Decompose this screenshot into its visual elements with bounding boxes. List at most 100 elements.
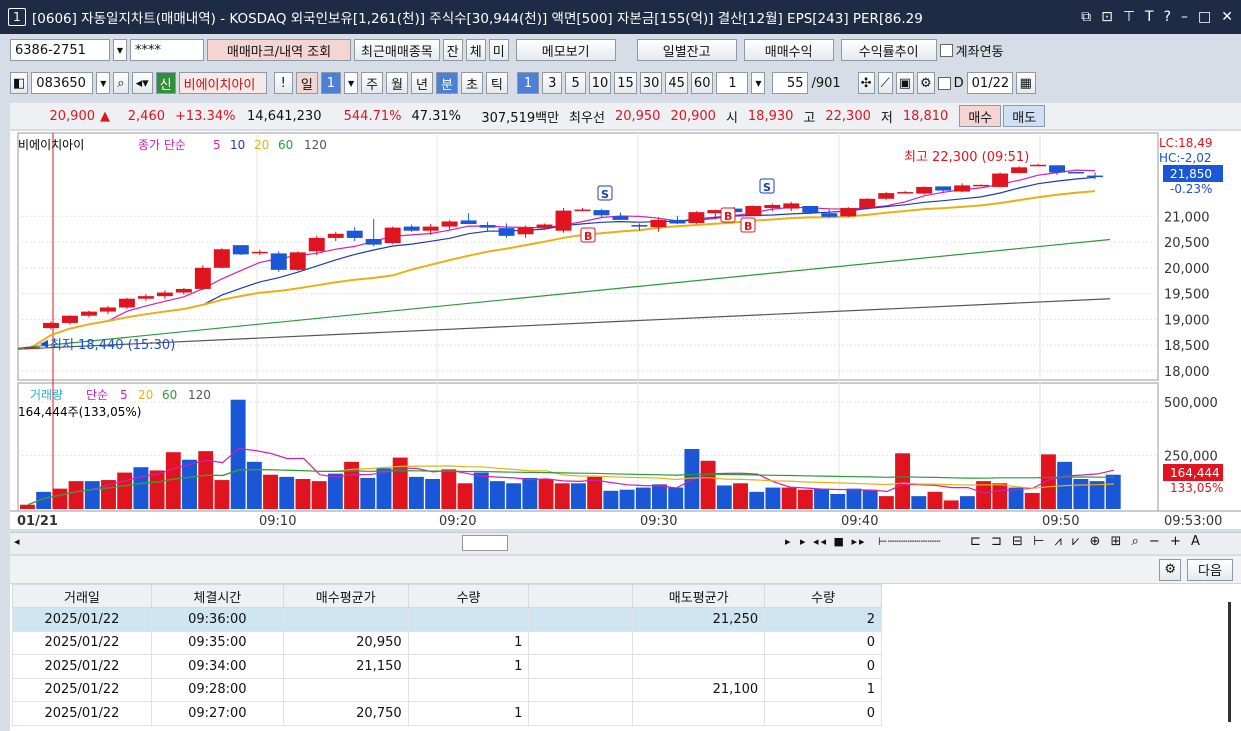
zoom-slider-icon[interactable]: ⊢┄┄┄┄┄┄┄┄: [878, 535, 941, 548]
maximize-icon[interactable]: □: [1198, 9, 1211, 25]
period-day-button[interactable]: 일: [295, 72, 318, 94]
drawing-tool-icons[interactable]: ⊏ ⊐ ⊟ ⊢ ⩘ ⩗ ⊕ ⊞ ⌕ − + A: [970, 534, 1203, 549]
trade-mark-query-button[interactable]: 매매마크/내역 조회: [207, 39, 351, 61]
volume-bar: [457, 483, 473, 509]
buy-button[interactable]: 매수: [959, 105, 1002, 127]
volume-bar: [68, 481, 84, 509]
date-checkbox[interactable]: [937, 76, 951, 90]
next-button[interactable]: 다음: [1187, 558, 1233, 581]
restore-icon[interactable]: ⧉: [1081, 9, 1091, 25]
candle-body: [289, 252, 306, 270]
minute-5-button[interactable]: 5: [565, 72, 586, 94]
vol-legend-simple: 단순: [86, 388, 108, 402]
period-second-button[interactable]: 초: [460, 72, 483, 94]
daily-balance-button[interactable]: 일별잔고: [636, 39, 737, 61]
help-icon[interactable]: ?: [1164, 9, 1171, 25]
x-tick-label: 09:53:00: [1164, 514, 1222, 529]
minute-value-input[interactable]: 1: [716, 72, 749, 94]
volume-bar: [279, 476, 295, 509]
minute-45-button[interactable]: 45: [665, 72, 688, 94]
calendar-icon[interactable]: ▦: [1015, 72, 1036, 94]
profit-button[interactable]: 매매수익: [743, 39, 834, 61]
table-row[interactable]: 2025/01/22 09:27:00 20,750 1 0: [12, 701, 882, 726]
scroll-left-icon[interactable]: ◂: [14, 535, 20, 548]
period-year-button[interactable]: 년: [411, 72, 433, 94]
panel-icon[interactable]: ◧: [10, 72, 29, 94]
account-input[interactable]: 6386-2751: [10, 39, 110, 61]
horizontal-scrollbar[interactable]: ◂ ▸ ▸ ◂◂ ■ ▸▸ ⊢┄┄┄┄┄┄┄┄ ⊏ ⊐ ⊟ ⊢ ⩘ ⩗ ⊕ ⊞ …: [10, 532, 1241, 554]
price-frame: [17, 132, 1159, 381]
candle-body: [422, 226, 439, 231]
scroll-right-icon[interactable]: ▸: [785, 535, 791, 548]
scroll-thumb[interactable]: [462, 535, 508, 551]
memo-button[interactable]: 메모보기: [515, 39, 616, 61]
pin-icon[interactable]: ⊤: [1123, 9, 1135, 25]
moving-averages: [17, 169, 1111, 350]
unfilled-button[interactable]: 미: [488, 39, 509, 61]
code-dropdown-icon[interactable]: ▼: [96, 72, 111, 94]
table-row[interactable]: 2025/01/22 09:36:00 21,250 2: [12, 607, 882, 632]
executed-button[interactable]: 체: [465, 39, 486, 61]
recent-items-button[interactable]: 최근매매종목: [354, 39, 440, 61]
x-tick-label: 09:10: [259, 514, 296, 529]
table-cell: 2025/01/22: [12, 701, 152, 726]
window-title: [0606] 자동일지차트(매매내역) - KOSDAQ 외국인보유[1,261…: [32, 11, 923, 27]
gear-icon[interactable]: ⚙: [1159, 558, 1181, 581]
vol-legend-label: 거래량: [30, 388, 63, 402]
account-dropdown-icon[interactable]: ▼: [113, 39, 127, 61]
table-cell: 1: [407, 630, 530, 655]
candle-body: [783, 203, 800, 209]
playback-icons[interactable]: ▸ ◂◂ ■ ▸▸: [800, 535, 867, 548]
table-row[interactable]: 2025/01/22 09:28:00 21,100 1: [12, 677, 882, 702]
link-icon[interactable]: ⊡: [1101, 9, 1113, 25]
alert-button[interactable]: !: [273, 72, 293, 94]
count-input[interactable]: 55: [772, 72, 809, 94]
crosshair-icon[interactable]: ✣: [857, 72, 875, 94]
balance-button[interactable]: 잔: [442, 39, 463, 61]
current-price: 20,900: [49, 108, 96, 124]
volume-bar: [327, 473, 343, 509]
chart-svg[interactable]: SBBBS 21,00020,50020,00019,50019,00018,5…: [10, 131, 1241, 529]
minute-30-button[interactable]: 30: [639, 72, 663, 94]
font-icon[interactable]: T: [1145, 9, 1154, 25]
period-count[interactable]: 1: [320, 72, 342, 94]
minute-1-button[interactable]: 1: [516, 72, 540, 94]
stock-code-input[interactable]: 083650: [31, 72, 94, 94]
period-dropdown-icon[interactable]: ▼: [344, 72, 359, 94]
table-row[interactable]: 2025/01/22 09:34:00 21,150 1 0: [12, 654, 882, 679]
minimize-icon[interactable]: –: [1181, 9, 1188, 25]
candle-body: [612, 216, 629, 220]
candle-body: [270, 253, 287, 270]
period-month-button[interactable]: 월: [386, 72, 409, 94]
candle-body: [118, 298, 135, 308]
close-icon[interactable]: ✕: [1221, 9, 1233, 25]
return-trend-button[interactable]: 수익률추이: [840, 39, 937, 61]
sound-icon[interactable]: ◂▾: [131, 72, 153, 94]
minute-dropdown-icon[interactable]: ▼: [751, 72, 766, 94]
period-week-button[interactable]: 주: [361, 72, 384, 94]
volume-bar: [716, 485, 732, 509]
compare-icon[interactable]: ⟋: [877, 72, 893, 94]
table-row[interactable]: 2025/01/22 09:35:00 20,950 1 0: [12, 630, 882, 655]
minute-15-button[interactable]: 15: [614, 72, 637, 94]
sell-button[interactable]: 매도: [1003, 105, 1046, 127]
minute-10-button[interactable]: 10: [588, 72, 612, 94]
date-input[interactable]: 01/22: [966, 72, 1013, 94]
candle-body: [821, 213, 838, 217]
minute-60-button[interactable]: 60: [690, 72, 714, 94]
credit-badge: 신: [155, 72, 176, 94]
password-input[interactable]: ****: [130, 39, 204, 61]
chart-area[interactable]: SBBBS 21,000 20,500 20,000 19,500 19,000 18,5…: [10, 131, 1241, 529]
vertical-scrollbar[interactable]: [1228, 602, 1231, 722]
volume-bar: [133, 467, 149, 509]
gear-icon[interactable]: ⚙: [916, 72, 935, 94]
save-icon[interactable]: ▣: [895, 72, 914, 94]
ma5-line: [31, 169, 1096, 348]
period-tick-button[interactable]: 틱: [485, 72, 508, 94]
search-icon[interactable]: ⌕: [113, 72, 129, 94]
minute-3-button[interactable]: 3: [542, 72, 563, 94]
x-tick-label: 09:30: [640, 514, 677, 529]
period-minute-button[interactable]: 분: [435, 72, 458, 94]
account-link-checkbox[interactable]: [939, 43, 953, 57]
hc-label: HC:-2,02: [1159, 151, 1212, 165]
